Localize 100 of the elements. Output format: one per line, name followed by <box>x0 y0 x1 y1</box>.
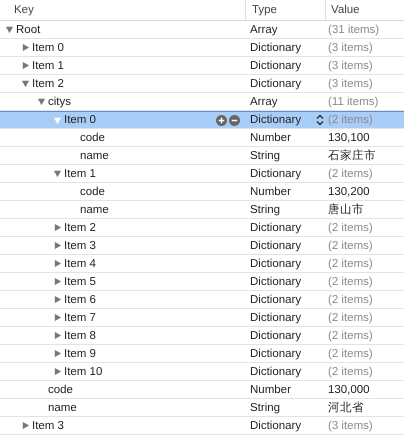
disclosure-triangle-icon[interactable] <box>21 61 30 70</box>
add-icon[interactable] <box>216 114 227 126</box>
outline-row[interactable]: Item 3 Dictionary (3 items) <box>0 417 404 435</box>
value-text: (3 items) <box>328 420 373 432</box>
outline-row[interactable]: Item 10 Dictionary (2 items) <box>0 363 404 381</box>
key-text: Item 6 <box>64 294 96 306</box>
value-text: (2 items) <box>328 294 373 306</box>
value-text: (2 items) <box>328 240 373 252</box>
disclosure-triangle-icon[interactable] <box>53 169 62 178</box>
key-text: Item 8 <box>64 330 96 342</box>
value-text: 唐山市 <box>328 202 364 217</box>
outline-row[interactable]: Item 7 Dictionary (2 items) <box>0 309 404 327</box>
type-text: String <box>250 150 280 162</box>
type-text: Dictionary <box>250 42 302 54</box>
column-header[interactable]: Type <box>246 0 326 20</box>
disclosure-triangle-icon[interactable] <box>53 259 62 268</box>
outline-row[interactable]: name String 唐山市 <box>0 201 404 219</box>
value-text: 130,200 <box>328 186 370 198</box>
value-text: (2 items) <box>328 168 373 180</box>
type-text: Dictionary <box>250 114 302 126</box>
key-text: Item 10 <box>64 366 102 378</box>
type-text: Dictionary <box>250 348 302 360</box>
outline-row[interactable]: code Number 130,100 <box>0 129 404 147</box>
disclosure-triangle-icon[interactable] <box>37 97 46 106</box>
disclosure-triangle-icon[interactable] <box>53 367 62 376</box>
type-text: Dictionary <box>250 276 302 288</box>
type-text: Dictionary <box>250 168 302 180</box>
value-text: (31 items) <box>328 24 380 36</box>
type-text: Number <box>250 186 291 198</box>
type-text: Dictionary <box>250 222 302 234</box>
key-text: Item 1 <box>64 168 96 180</box>
outline-row[interactable]: name String 河北省 <box>0 399 404 417</box>
key-text: Item 1 <box>32 60 64 72</box>
key-text: Item 3 <box>64 240 96 252</box>
outline-row[interactable]: Item 1 Dictionary (2 items) <box>0 165 404 183</box>
key-text: Item 4 <box>64 258 96 270</box>
disclosure-triangle-icon[interactable] <box>53 295 62 304</box>
value-text: (11 items) <box>328 96 378 108</box>
value-text: 130,000 <box>328 384 370 396</box>
type-text: Dictionary <box>250 258 302 270</box>
outline-row[interactable]: Item 0 Dictionary (2 items) <box>0 111 404 129</box>
value-text: (2 items) <box>328 312 373 324</box>
key-text: Root <box>16 24 40 36</box>
value-text: 石家庄市 <box>328 148 376 163</box>
type-text: Dictionary <box>250 294 302 306</box>
type-text: Array <box>250 96 278 108</box>
type-text: Dictionary <box>250 420 302 432</box>
remove-icon[interactable] <box>229 114 240 126</box>
key-text: Item 5 <box>64 276 96 288</box>
value-text: (2 items) <box>328 276 373 288</box>
key-text: Item 9 <box>64 348 96 360</box>
type-text: Dictionary <box>250 330 302 342</box>
stepper-icon[interactable] <box>316 114 324 126</box>
type-text: Dictionary <box>250 366 302 378</box>
type-text: Array <box>250 24 278 36</box>
disclosure-triangle-icon[interactable] <box>53 313 62 322</box>
outline-row[interactable]: Item 4 Dictionary (2 items) <box>0 255 404 273</box>
disclosure-triangle-icon[interactable] <box>21 421 30 430</box>
outline-row[interactable]: Item 8 Dictionary (2 items) <box>0 327 404 345</box>
outline-row[interactable]: code Number 130,000 <box>0 381 404 399</box>
key-text: Item 0 <box>32 42 64 54</box>
outline-row[interactable]: Item 3 Dictionary (2 items) <box>0 237 404 255</box>
key-text: Item 2 <box>64 222 96 234</box>
value-text: (2 items) <box>328 330 373 342</box>
key-text: name <box>48 402 77 414</box>
disclosure-triangle-icon[interactable] <box>53 223 62 232</box>
outline-row[interactable]: Item 5 Dictionary (2 items) <box>0 273 404 291</box>
outline-row[interactable]: Item 0 Dictionary (3 items) <box>0 39 404 57</box>
value-text: (2 items) <box>328 222 373 234</box>
value-text: (2 items) <box>328 348 373 360</box>
outline-row[interactable]: name String 石家庄市 <box>0 147 404 165</box>
outline-row[interactable]: Item 9 Dictionary (2 items) <box>0 345 404 363</box>
value-text: (3 items) <box>328 42 373 54</box>
type-text: String <box>250 204 280 216</box>
outline-row[interactable]: Item 1 Dictionary (3 items) <box>0 57 404 75</box>
key-text: code <box>80 132 105 144</box>
key-text: code <box>80 186 105 198</box>
key-text: Item 2 <box>32 78 64 90</box>
key-text: name <box>80 150 109 162</box>
disclosure-triangle-icon[interactable] <box>53 349 62 358</box>
outline-row[interactable]: Item 2 Dictionary (2 items) <box>0 219 404 237</box>
disclosure-triangle-icon[interactable] <box>53 277 62 286</box>
outline-row[interactable]: Item 6 Dictionary (2 items) <box>0 291 404 309</box>
disclosure-triangle-icon[interactable] <box>21 43 30 52</box>
disclosure-triangle-icon[interactable] <box>21 79 30 88</box>
value-text: (3 items) <box>328 60 373 72</box>
type-text: String <box>250 402 280 414</box>
disclosure-triangle-icon[interactable] <box>53 241 62 250</box>
value-text: (2 items) <box>328 114 373 126</box>
disclosure-triangle-icon[interactable] <box>5 25 14 34</box>
value-text: 河北省 <box>328 400 364 415</box>
type-text: Dictionary <box>250 240 302 252</box>
key-text: code <box>48 384 73 396</box>
outline-row[interactable]: Item 2 Dictionary (3 items) <box>0 75 404 93</box>
disclosure-triangle-icon[interactable] <box>53 331 62 340</box>
column-header[interactable]: Key <box>0 0 246 20</box>
outline-row[interactable]: code Number 130,200 <box>0 183 404 201</box>
outline-row[interactable]: Root Array (31 items) <box>0 21 404 39</box>
value-text: (2 items) <box>328 366 373 378</box>
column-header[interactable]: Value <box>326 0 404 20</box>
